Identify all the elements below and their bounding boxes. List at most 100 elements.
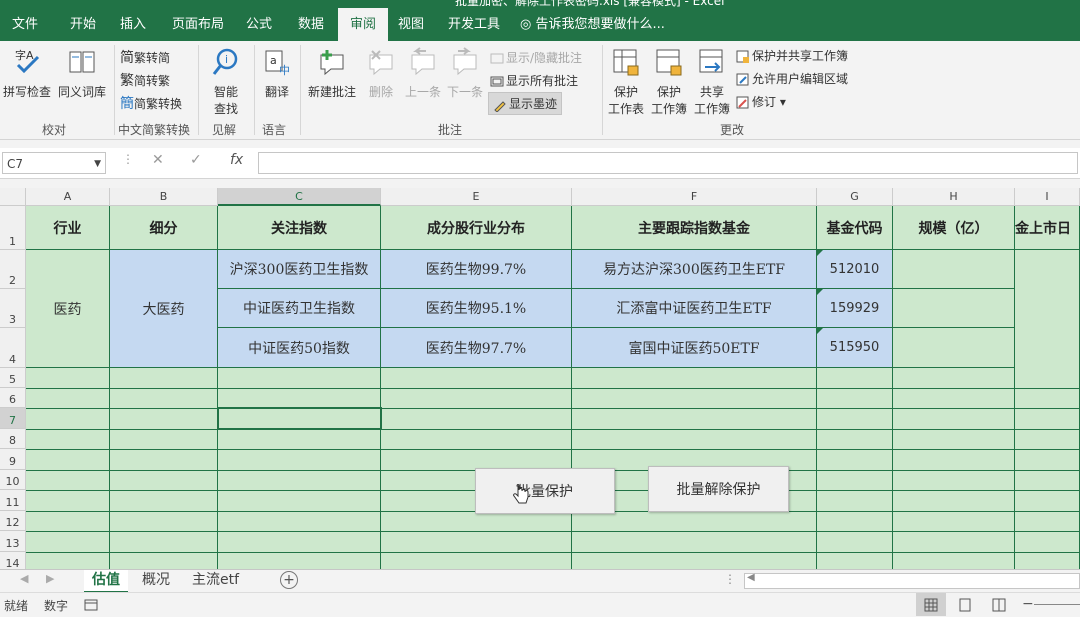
- page-layout-view-icon[interactable]: [958, 598, 972, 612]
- separator: [300, 45, 301, 135]
- enter-icon[interactable]: ✓: [190, 152, 202, 168]
- row-header[interactable]: 4: [0, 328, 26, 368]
- delete-comment-button[interactable]: 删除: [362, 47, 400, 100]
- selected-cell-c7[interactable]: [217, 407, 382, 430]
- next-comment-button[interactable]: 下一条: [444, 47, 486, 100]
- row-header[interactable]: 6: [0, 388, 26, 408]
- protect-sheet-button[interactable]: 保护 工作表: [606, 47, 646, 117]
- to-simplified-button[interactable]: 繁简转繁: [120, 70, 170, 90]
- menu-view[interactable]: 视图: [392, 8, 430, 41]
- track-changes-button[interactable]: 修订 ▾: [736, 93, 786, 110]
- add-sheet-icon[interactable]: +: [280, 571, 298, 589]
- to-traditional-button[interactable]: 简繁转简: [120, 47, 170, 67]
- row-header[interactable]: 5: [0, 368, 26, 388]
- menu-insert[interactable]: 插入: [114, 8, 152, 41]
- scroll-left-icon[interactable]: ◀: [20, 572, 28, 585]
- ribbon: 字A 拼写检查 同义词库 校对 简繁转简 繁简转繁 簡简繁转换 中文简繁转换 i…: [0, 41, 1080, 140]
- thesaurus-button[interactable]: 同义词库: [56, 47, 108, 100]
- tell-me-search[interactable]: ◎ 告诉我您想要做什么...: [520, 8, 665, 41]
- window-title: 批量加密、解除工作表密码.xls [兼容模式] - Excel: [455, 0, 725, 8]
- share-workbook-button[interactable]: 共享 工作簿: [692, 47, 732, 117]
- more-options-icon: ⋮: [724, 572, 736, 586]
- grid-view-icon: [924, 598, 938, 612]
- row-header[interactable]: 9: [0, 449, 26, 470]
- select-all-corner[interactable]: [0, 188, 26, 206]
- formula-input[interactable]: [258, 152, 1078, 174]
- zoom-slider[interactable]: [1034, 604, 1080, 605]
- spell-check-icon: 字A: [15, 48, 40, 74]
- row-header[interactable]: 13: [0, 531, 26, 552]
- status-mode: 数字: [44, 599, 69, 613]
- smart-lookup-button[interactable]: i 智能 查找: [204, 47, 248, 117]
- row-header[interactable]: 7: [0, 408, 26, 429]
- menu-data[interactable]: 数据: [292, 8, 330, 41]
- lightbulb-icon: ◎: [520, 17, 536, 32]
- hand-cursor-icon: [513, 484, 529, 504]
- row-header[interactable]: 10: [0, 470, 26, 490]
- menu-developer[interactable]: 开发工具: [442, 8, 506, 41]
- page-break-view-icon[interactable]: [992, 598, 1006, 612]
- scroll-right-icon[interactable]: ▶: [46, 572, 54, 585]
- menu-home[interactable]: 开始: [64, 8, 102, 41]
- group-label-comments: 批注: [438, 123, 463, 137]
- share-workbook-icon: [699, 49, 723, 73]
- row-header[interactable]: 8: [0, 429, 26, 449]
- horizontal-scrollbar[interactable]: ◀: [744, 572, 1080, 589]
- show-all-comments-button[interactable]: 显示所有批注: [490, 72, 578, 89]
- insert-function-icon[interactable]: fx: [230, 152, 243, 168]
- scroll-left-icon[interactable]: ◀: [747, 572, 755, 583]
- title-bar: 批量加密、解除工作表密码.xls [兼容模式] - Excel: [0, 0, 1080, 8]
- status-bar: 就绪 数字 −: [0, 592, 1080, 617]
- separator: [602, 45, 603, 135]
- sheet-tab-valuation[interactable]: 估值: [84, 570, 128, 593]
- sheet-tab-etf[interactable]: 主流etf: [184, 570, 247, 591]
- menu-bar: 文件 开始 插入 页面布局 公式 数据 审阅 视图 开发工具 ◎ 告诉我您想要做…: [0, 8, 1080, 41]
- show-ink-button[interactable]: 显示墨迹: [488, 92, 563, 115]
- allow-edit-icon: [736, 73, 749, 85]
- sheet-tab-bar: ◀ ▶ 估值 概况 主流etf + ⋮ ◀: [0, 569, 1080, 593]
- book-icon: [69, 51, 95, 73]
- convert-button[interactable]: 簡简繁转换: [120, 93, 182, 113]
- name-box[interactable]: C7 ▼: [2, 152, 106, 174]
- protect-workbook-button[interactable]: 保护 工作簿: [648, 47, 690, 117]
- show-hide-comment-icon: [490, 53, 504, 63]
- menu-review[interactable]: 审阅: [338, 8, 389, 41]
- chevron-down-icon: ▼: [94, 159, 101, 169]
- row-header[interactable]: 12: [0, 511, 26, 531]
- batch-protect-button[interactable]: 批量保护: [475, 468, 615, 514]
- menu-file[interactable]: 文件: [6, 8, 44, 41]
- group-label-chinese: 中文简繁转换: [118, 123, 191, 137]
- new-comment-icon: [320, 50, 344, 76]
- menu-page-layout[interactable]: 页面布局: [166, 8, 230, 41]
- sheet-tab-overview[interactable]: 概况: [134, 570, 178, 591]
- batch-unprotect-button[interactable]: 批量解除保护: [648, 466, 789, 512]
- cancel-icon[interactable]: ✕: [152, 152, 164, 168]
- delete-comment-icon: [369, 50, 393, 76]
- macro-record-icon[interactable]: [84, 598, 98, 612]
- group-label-language: 语言: [262, 123, 287, 137]
- allow-edit-ranges-button[interactable]: 允许用户编辑区域: [736, 70, 848, 87]
- row-header[interactable]: 2: [0, 250, 26, 289]
- more-options-icon: ⋮: [122, 152, 134, 166]
- simp-icon: 繁: [120, 73, 134, 89]
- row-header[interactable]: 3: [0, 289, 26, 328]
- track-changes-icon: [736, 96, 749, 108]
- translate-button[interactable]: a中 翻译: [258, 47, 296, 100]
- spell-check-button[interactable]: 字A 拼写检查: [2, 47, 52, 100]
- worksheet-grid[interactable]: A B C E F G H I 1 2 3 4 5 6 7 8 9 10 11 …: [0, 188, 1080, 569]
- protect-share-workbook-button[interactable]: 保护并共享工作簿: [736, 47, 848, 64]
- normal-view-button[interactable]: [916, 593, 946, 616]
- group-label-proofing: 校对: [42, 123, 67, 137]
- menu-formulas[interactable]: 公式: [240, 8, 278, 41]
- new-comment-button[interactable]: 新建批注: [304, 47, 360, 100]
- row-header[interactable]: 11: [0, 490, 26, 511]
- show-hide-comment-button[interactable]: 显示/隐藏批注: [490, 49, 582, 66]
- ink-pen-icon: [494, 100, 506, 112]
- row-header[interactable]: 1: [0, 206, 26, 250]
- separator: [254, 45, 255, 135]
- row-header[interactable]: 14: [0, 552, 26, 569]
- status-ready: 就绪: [4, 599, 29, 613]
- previous-comment-icon: [411, 47, 435, 76]
- zoom-out-icon[interactable]: −: [1022, 596, 1034, 612]
- previous-comment-button[interactable]: 上一条: [402, 47, 444, 100]
